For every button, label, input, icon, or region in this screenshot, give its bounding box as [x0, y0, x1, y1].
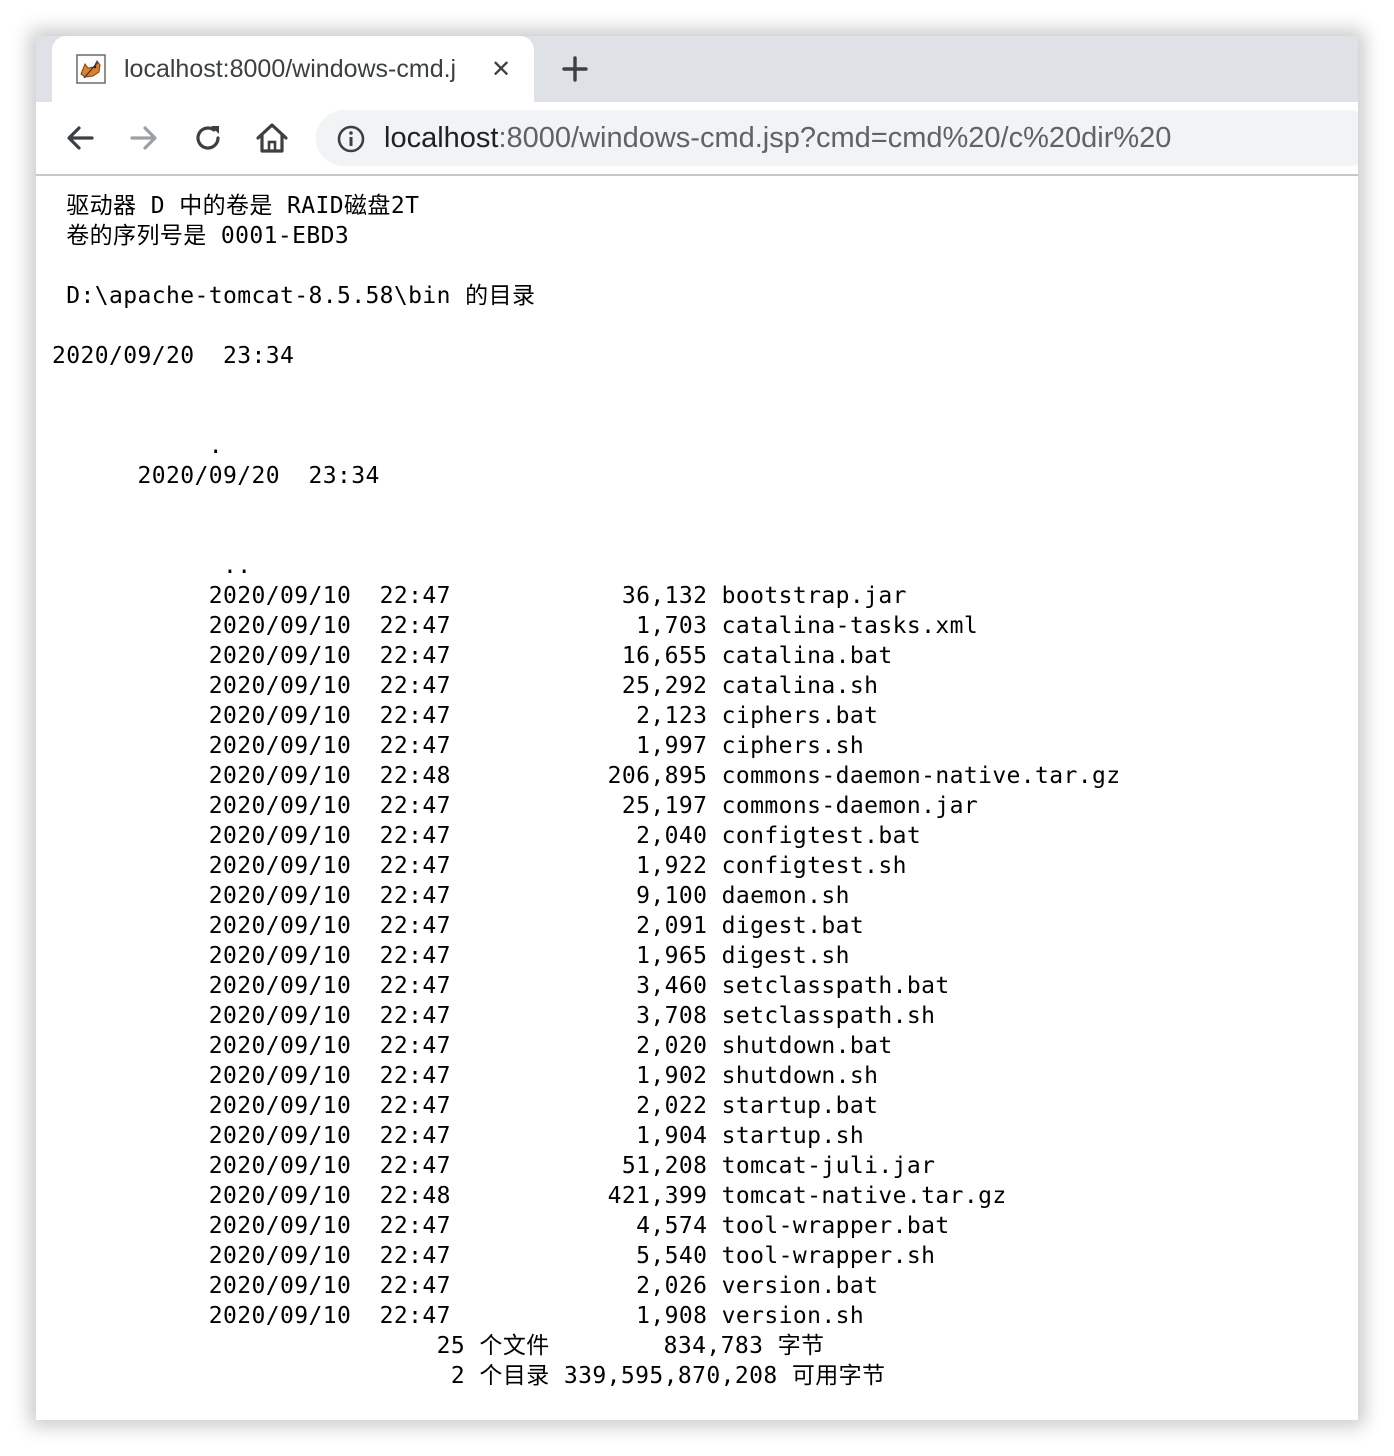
tab-close-icon[interactable]: ✕ [485, 53, 517, 85]
home-icon[interactable] [252, 118, 292, 158]
back-arrow-icon[interactable] [60, 118, 100, 158]
url-path: :8000/windows-cmd.jsp?cmd=cmd%20/c%20dir… [498, 122, 1172, 154]
tab-strip: localhost:8000/windows-cmd.j ✕ [36, 36, 1358, 102]
tomcat-favicon-icon [76, 54, 106, 84]
info-icon[interactable] [336, 124, 366, 154]
url-host: localhost [384, 122, 499, 154]
browser-window: localhost:8000/windows-cmd.j ✕ localhost… [36, 36, 1358, 1420]
page-content: 驱动器 D 中的卷是 RAID磁盘2T 卷的序列号是 0001-EBD3 D:\… [36, 176, 1358, 1420]
forward-arrow-icon[interactable] [124, 118, 164, 158]
new-tab-plus-icon[interactable] [556, 50, 594, 88]
navigation-toolbar: localhost:8000/windows-cmd.jsp?cmd=cmd%2… [36, 102, 1358, 174]
dir-command-output: 驱动器 D 中的卷是 RAID磁盘2T 卷的序列号是 0001-EBD3 D:\… [52, 193, 1121, 1389]
tab-title: localhost:8000/windows-cmd.j [124, 55, 457, 83]
address-bar[interactable]: localhost:8000/windows-cmd.jsp?cmd=cmd%2… [316, 110, 1358, 166]
active-tab[interactable]: localhost:8000/windows-cmd.j ✕ [52, 36, 534, 102]
reload-icon[interactable] [188, 118, 228, 158]
url-text[interactable]: localhost:8000/windows-cmd.jsp?cmd=cmd%2… [384, 120, 1171, 156]
